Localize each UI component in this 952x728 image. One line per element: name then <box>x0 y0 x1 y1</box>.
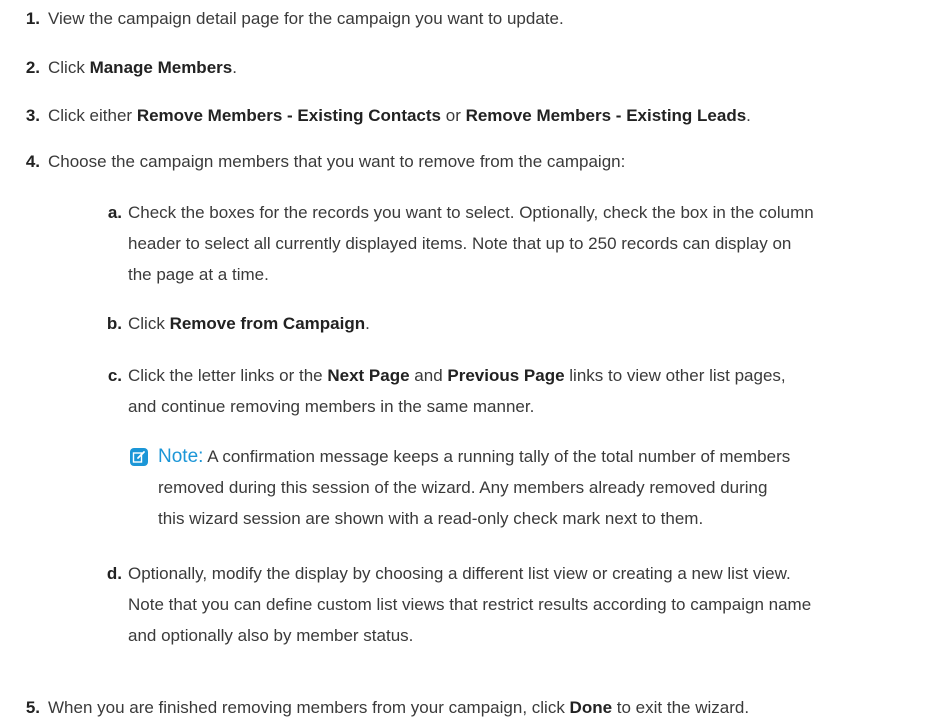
step-text-part: to exit the wizard. <box>612 698 750 717</box>
substep-text: Check the boxes for the records you want… <box>128 200 948 288</box>
step-text-part: When you are finished removing members f… <box>48 698 570 717</box>
text-line: Check the boxes for the records you want… <box>128 203 814 222</box>
step-text: Choose the campaign members that you wan… <box>48 152 626 171</box>
step-text-part: Click <box>48 58 90 77</box>
substep-number: c. <box>107 366 122 385</box>
note-callout: Note: A confirmation message keeps a run… <box>130 444 948 532</box>
substep-text: Click Remove from Campaign. <box>128 311 948 337</box>
step-text-part: Click either <box>48 106 137 125</box>
substep-number: d. <box>106 564 122 583</box>
step-text-part: Click the letter links or the <box>128 366 328 385</box>
ui-label-remove-leads: Remove Members - Existing Leads <box>465 106 747 125</box>
text-line: and optionally also by member status. <box>128 626 414 645</box>
ui-label-remove-from-campaign: Remove from Campaign <box>169 314 366 333</box>
ui-label-manage-members: Manage Members <box>89 58 233 77</box>
step-text: Click either Remove Members - Existing C… <box>48 103 952 129</box>
edit-note-icon <box>130 448 148 466</box>
step-text-part: . <box>746 106 751 125</box>
substep-number: b. <box>106 314 122 333</box>
step-text: View the campaign detail page for the ca… <box>48 9 564 28</box>
ui-label-previous-page: Previous Page <box>447 366 565 385</box>
step-number: 1. <box>25 9 40 28</box>
text-line: Optionally, modify the display by choosi… <box>128 564 791 583</box>
text-line: this wizard session are shown with a rea… <box>158 509 704 528</box>
step-text: When you are finished removing members f… <box>48 695 952 721</box>
text-line: and continue removing members in the sam… <box>128 397 535 416</box>
ui-label-done: Done <box>569 698 613 717</box>
step-number: 5. <box>25 698 40 717</box>
text-line: Click the letter links or the Next Page … <box>128 363 948 389</box>
step-text-part: links to view other list pages, <box>564 366 786 385</box>
step-number: 2. <box>25 58 40 77</box>
step-number: 4. <box>25 152 40 171</box>
step-text-part: Click <box>128 314 170 333</box>
substep-text: Click the letter links or the Next Page … <box>128 363 948 420</box>
ui-label-remove-contacts: Remove Members - Existing Contacts <box>136 106 442 125</box>
step-text-part: . <box>232 58 237 77</box>
step-text-part: or <box>441 106 466 125</box>
substep-text: Optionally, modify the display by choosi… <box>128 561 948 649</box>
text-line: Note: A confirmation message keeps a run… <box>158 444 948 470</box>
step-text: Click Manage Members. <box>48 55 952 81</box>
text-line: the page at a time. <box>128 265 269 284</box>
ui-label-next-page: Next Page <box>327 366 410 385</box>
step-number: 3. <box>25 106 40 125</box>
note-text: A confirmation message keeps a running t… <box>203 447 791 466</box>
text-line: header to select all currently displayed… <box>128 234 792 253</box>
text-line: Note that you can define custom list vie… <box>128 595 812 614</box>
substep-number: a. <box>107 203 122 222</box>
text-line: removed during this session of the wizar… <box>158 478 768 497</box>
note-label: Note: <box>158 446 204 467</box>
step-text-part: and <box>409 366 448 385</box>
step-text-part: . <box>365 314 370 333</box>
